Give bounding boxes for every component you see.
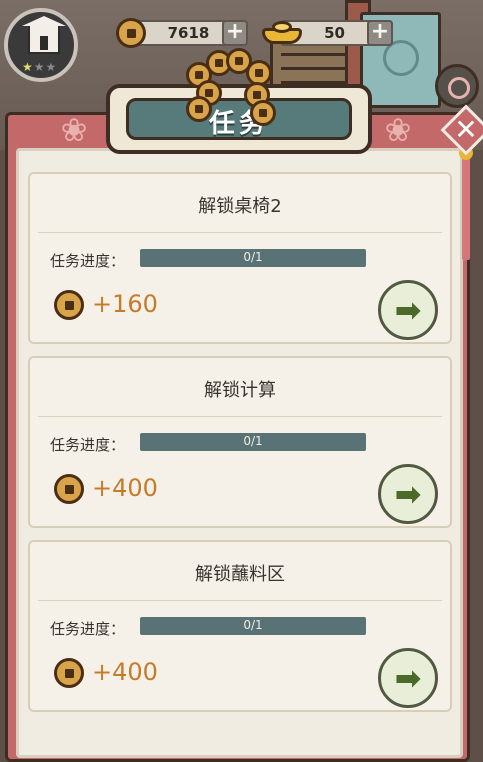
star-filled-icon: ★: [22, 60, 34, 74]
quest-card: 解锁计算 任务进度： 0/1 +400 ➡: [28, 356, 452, 528]
progress-text: 0/1: [243, 618, 263, 632]
copper-coin-icon: [54, 658, 84, 688]
coin-count: 7618: [167, 24, 210, 42]
tassel-ornament: [459, 146, 473, 260]
add-coins-button[interactable]: +: [222, 20, 248, 46]
title-banner: 任务: [106, 84, 372, 154]
progress-text: 0/1: [243, 250, 263, 264]
coin-counter: 7618 +: [133, 20, 248, 46]
close-icon[interactable]: ✕: [448, 112, 483, 148]
progress-label: 任务进度：: [50, 252, 126, 270]
card-divider: [38, 232, 442, 233]
quest-title: 解锁蘸料区: [195, 564, 285, 585]
ingot-top: [272, 21, 292, 33]
gold-ingot-icon: [262, 20, 302, 46]
flower-ornament-icon: ❀: [60, 111, 88, 149]
progress-bar: 0/1: [140, 249, 366, 267]
copper-coin-icon: [116, 18, 146, 48]
copper-coin-icon: [250, 100, 276, 126]
progress-label: 任务进度：: [50, 620, 126, 638]
reward-amount: +400: [92, 658, 158, 686]
arrow-right-icon: ➡: [394, 659, 422, 697]
copper-coin-icon: [186, 96, 212, 122]
quest-title: 解锁桌椅2: [198, 196, 282, 217]
add-ingots-button[interactable]: +: [367, 20, 393, 46]
go-button[interactable]: ➡: [378, 280, 438, 340]
arrow-right-icon: ➡: [394, 475, 422, 513]
go-button[interactable]: ➡: [378, 464, 438, 524]
flower-ornament-icon: ❀: [384, 111, 412, 149]
card-divider: [38, 600, 442, 601]
shop-avatar[interactable]: ★★★: [4, 8, 78, 82]
reward-amount: +400: [92, 474, 158, 502]
go-button[interactable]: ➡: [378, 648, 438, 708]
progress-bar: 0/1: [140, 617, 366, 635]
progress-label: 任务进度：: [50, 436, 126, 454]
side-menu-button[interactable]: [435, 64, 479, 108]
star-empty-icon: ★: [45, 60, 58, 74]
panel-title: 任务: [208, 109, 269, 139]
reward-amount: +160: [92, 290, 158, 318]
copper-coin-icon: [54, 290, 84, 320]
quest-card: 解锁蘸料区 任务进度： 0/1 +400 ➡: [28, 540, 452, 712]
copper-coin-icon: [54, 474, 84, 504]
quest-card: 解锁桌椅2 任务进度： 0/1 +160 ➡: [28, 172, 452, 344]
star-empty-icon: ★: [33, 60, 46, 74]
ingot-count: 50: [324, 24, 345, 42]
title-banner-inner: 任务: [126, 98, 352, 140]
quest-title: 解锁计算: [204, 380, 276, 401]
arrow-right-icon: ➡: [394, 291, 422, 329]
card-divider: [38, 416, 442, 417]
shop-icon: [22, 16, 66, 54]
progress-text: 0/1: [243, 434, 263, 448]
progress-bar: 0/1: [140, 433, 366, 451]
shop-star-rating: ★★★: [22, 60, 57, 74]
